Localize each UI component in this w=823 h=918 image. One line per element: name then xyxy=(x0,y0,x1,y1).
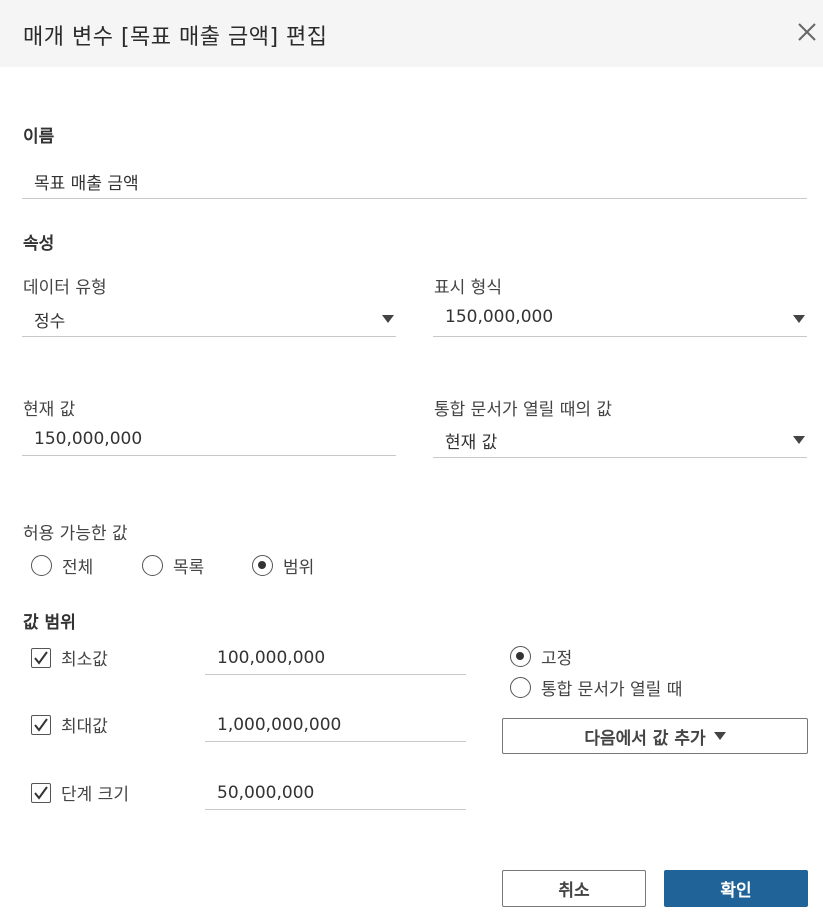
name-section-label: 이름 xyxy=(23,127,55,147)
checkbox-box xyxy=(31,714,51,735)
checkmark-icon xyxy=(34,717,48,732)
allowable-range-radio[interactable]: 범위 xyxy=(252,553,314,578)
cancel-button[interactable]: 취소 xyxy=(502,870,646,907)
workbook-open-value-label: 통합 문서가 열릴 때의 값 xyxy=(434,400,613,420)
max-value-input[interactable] xyxy=(205,708,466,742)
current-value-label: 현재 값 xyxy=(23,400,76,420)
radio-circle-selected xyxy=(252,555,273,576)
caret-down-icon xyxy=(793,436,805,444)
add-values-from-label: 다음에서 값 추가 xyxy=(584,728,706,749)
dialog-header: 매개 변수 [목표 매출 금액] 편집 xyxy=(0,0,823,67)
display-format-select[interactable]: 150,000,000 xyxy=(433,301,807,337)
allowable-values-label: 허용 가능한 값 xyxy=(23,524,128,544)
allowable-range-label: 범위 xyxy=(283,558,315,578)
max-label: 최대값 xyxy=(61,717,108,737)
range-section-label: 값 범위 xyxy=(23,613,76,633)
min-checkbox[interactable]: 최소값 xyxy=(31,645,108,670)
close-button[interactable] xyxy=(795,20,819,44)
min-label: 최소값 xyxy=(61,650,108,670)
workbook-open-value: 현재 값 xyxy=(445,433,498,453)
range-on-open-label: 통합 문서가 열릴 때 xyxy=(541,680,683,700)
min-value-input[interactable] xyxy=(205,641,466,675)
range-on-open-radio[interactable]: 통합 문서가 열릴 때 xyxy=(510,675,682,700)
range-fixed-radio[interactable]: 고정 xyxy=(510,644,572,669)
checkbox-box xyxy=(31,647,51,668)
radio-circle xyxy=(31,555,52,576)
range-fixed-label: 고정 xyxy=(541,649,573,669)
radio-circle xyxy=(510,677,531,698)
allowable-list-radio[interactable]: 목록 xyxy=(142,553,204,578)
step-value-input[interactable] xyxy=(205,776,466,810)
display-format-value: 150,000,000 xyxy=(445,307,554,327)
checkmark-icon xyxy=(34,650,48,665)
ok-button[interactable]: 확인 xyxy=(664,870,808,907)
caret-down-icon xyxy=(713,732,726,740)
step-checkbox[interactable]: 단계 크기 xyxy=(31,780,129,805)
checkmark-icon xyxy=(34,785,48,800)
caret-down-icon xyxy=(382,315,394,323)
data-type-label: 데이터 유형 xyxy=(23,278,107,298)
name-input[interactable] xyxy=(22,165,807,199)
max-checkbox[interactable]: 최대값 xyxy=(31,712,108,737)
caret-down-icon xyxy=(793,315,805,323)
workbook-open-value-select[interactable]: 현재 값 xyxy=(433,422,807,458)
allowable-all-radio[interactable]: 전체 xyxy=(31,553,93,578)
allowable-all-label: 전체 xyxy=(62,558,94,578)
data-type-value: 정수 xyxy=(34,312,66,332)
dialog-title: 매개 변수 [목표 매출 금액] 편집 xyxy=(23,25,328,50)
data-type-select[interactable]: 정수 xyxy=(22,301,396,337)
checkbox-box xyxy=(31,782,51,803)
display-format-label: 표시 형식 xyxy=(434,278,502,298)
radio-circle xyxy=(142,555,163,576)
radio-circle-selected xyxy=(510,646,531,667)
close-icon xyxy=(798,23,816,41)
current-value-input[interactable] xyxy=(22,422,396,456)
allowable-list-label: 목록 xyxy=(173,558,205,578)
properties-section-label: 속성 xyxy=(23,234,55,254)
add-values-from-button[interactable]: 다음에서 값 추가 xyxy=(502,718,808,754)
step-label: 단계 크기 xyxy=(61,785,129,805)
